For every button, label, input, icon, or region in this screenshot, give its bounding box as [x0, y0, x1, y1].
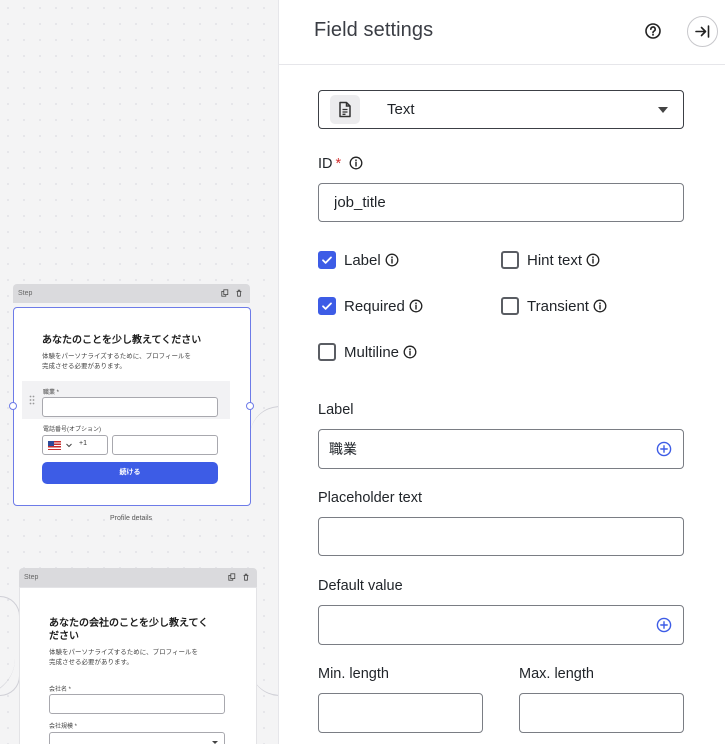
card-description-line: 体験をパーソナライズするために、プロフィールを: [42, 353, 191, 360]
transient-checkbox-row[interactable]: Transient: [501, 296, 607, 316]
phone-prefix: +1: [79, 440, 87, 447]
label-input[interactable]: [318, 429, 684, 469]
help-icon[interactable]: [643, 21, 663, 41]
checkbox-label: Multiline: [344, 343, 400, 361]
required-checkbox[interactable]: [318, 297, 336, 315]
connection-handle[interactable]: [9, 402, 17, 410]
trash-icon[interactable]: [235, 289, 243, 297]
hint-text-checkbox-row[interactable]: Hint text: [501, 250, 600, 270]
required-checkbox-row[interactable]: Required: [318, 296, 423, 316]
collapse-panel-button[interactable]: [687, 16, 718, 47]
chevron-down-icon: [212, 741, 218, 744]
company-size-preview-select[interactable]: [49, 732, 225, 744]
info-icon[interactable]: [409, 299, 423, 313]
dropdown-caret-icon: [658, 107, 668, 113]
plus-circle-icon[interactable]: [656, 617, 672, 633]
card-title: あなたの会社のことを少し教えてく ださい: [49, 617, 208, 643]
card-description: 体験をパーソナライズするために、プロフィールを 完成させる必要があります。: [42, 352, 191, 372]
card-description: 体験をパーソナライズするために、プロフィールを 完成させる必要があります。: [49, 648, 198, 668]
transient-checkbox[interactable]: [501, 297, 519, 315]
hint-text-checkbox[interactable]: [501, 251, 519, 269]
info-icon[interactable]: [385, 253, 399, 267]
chevron-down-icon: [66, 443, 72, 448]
field-label: 職業 *: [43, 390, 60, 396]
field-type-value: Text: [387, 101, 415, 118]
multiline-checkbox[interactable]: [318, 343, 336, 361]
copy-icon[interactable]: [221, 289, 229, 297]
info-icon[interactable]: [593, 299, 607, 313]
step-card-header[interactable]: Step: [13, 284, 250, 303]
label-checkbox-row[interactable]: Label: [318, 250, 399, 270]
panel-title: Field settings: [314, 19, 434, 41]
flow-canvas[interactable]: Step あなたのことを少し教えてください 体験をパーソナライズするために、プロ…: [0, 0, 278, 744]
step-card-company[interactable]: あなたの会社のことを少し教えてく ださい 体験をパーソナライズするために、プロフ…: [19, 587, 257, 744]
card-description-line: 体験をパーソナライズするために、プロフィールを: [49, 649, 198, 656]
continue-button[interactable]: 続ける: [42, 462, 218, 484]
job-title-preview-input[interactable]: [42, 397, 218, 417]
card-title-line: あなたの会社のことを少し教えてく: [49, 618, 209, 629]
info-icon[interactable]: [586, 253, 600, 267]
card-description-line: 完成させる必要があります。: [49, 659, 133, 666]
checkbox-label: Label: [344, 251, 381, 269]
phone-preview-input[interactable]: [112, 435, 218, 455]
checkbox-label: Required: [344, 297, 405, 315]
company-name-preview-input[interactable]: [49, 694, 225, 714]
trash-icon[interactable]: [242, 573, 250, 581]
multiline-checkbox-row[interactable]: Multiline: [318, 342, 417, 362]
field-label: 会社規模 *: [49, 724, 78, 730]
card-description-line: 完成させる必要があります。: [42, 363, 126, 370]
info-icon[interactable]: [403, 345, 417, 359]
max-length-input[interactable]: [519, 693, 684, 733]
step-caption: Profile details: [110, 515, 153, 522]
step-card-header-label: Step: [24, 574, 39, 581]
id-field-label: ID *: [318, 156, 363, 172]
field-settings-panel: Field settings Text ID * job_title Label…: [278, 0, 725, 744]
plus-circle-icon[interactable]: [656, 441, 672, 457]
drag-handle-icon[interactable]: [29, 395, 35, 405]
copy-icon[interactable]: [228, 573, 236, 581]
label-field-label: Label: [318, 402, 354, 418]
country-code-select[interactable]: +1: [42, 435, 108, 455]
connector-line: [0, 596, 20, 696]
min-length-label: Min. length: [318, 666, 389, 682]
id-label-text: ID: [318, 156, 333, 172]
placeholder-field-label: Placeholder text: [318, 490, 422, 506]
required-star: *: [335, 156, 342, 172]
panel-header: Field settings: [279, 0, 725, 65]
field-label: 会社名 *: [49, 687, 72, 693]
us-flag-icon: [48, 441, 61, 450]
step-card-profile[interactable]: あなたのことを少し教えてください 体験をパーソナライズするために、プロフィールを…: [13, 307, 251, 506]
placeholder-input[interactable]: [318, 517, 684, 556]
field-type-select[interactable]: Text: [318, 90, 684, 129]
checkmark-icon: [322, 302, 332, 310]
field-type-icon-box: [330, 95, 360, 124]
step-card-header-label: Step: [18, 290, 33, 297]
max-length-label: Max. length: [519, 666, 594, 682]
collapse-panel-icon: [695, 25, 710, 38]
checkbox-label: Hint text: [527, 251, 583, 269]
connection-handle[interactable]: [246, 402, 254, 410]
field-label: 電話番号(オプション): [43, 427, 101, 433]
default-value-input[interactable]: [318, 605, 684, 645]
document-icon: [339, 101, 351, 118]
card-title-line: ださい: [49, 631, 79, 642]
default-value-field-label: Default value: [318, 578, 403, 594]
id-input[interactable]: [318, 183, 684, 222]
checkbox-label: Transient: [527, 297, 589, 315]
card-title: あなたのことを少し教えてください: [42, 335, 202, 346]
step-card-header[interactable]: Step: [19, 568, 257, 587]
min-length-input[interactable]: [318, 693, 483, 733]
label-checkbox[interactable]: [318, 251, 336, 269]
checkmark-icon: [322, 256, 332, 264]
info-icon[interactable]: [349, 156, 363, 170]
